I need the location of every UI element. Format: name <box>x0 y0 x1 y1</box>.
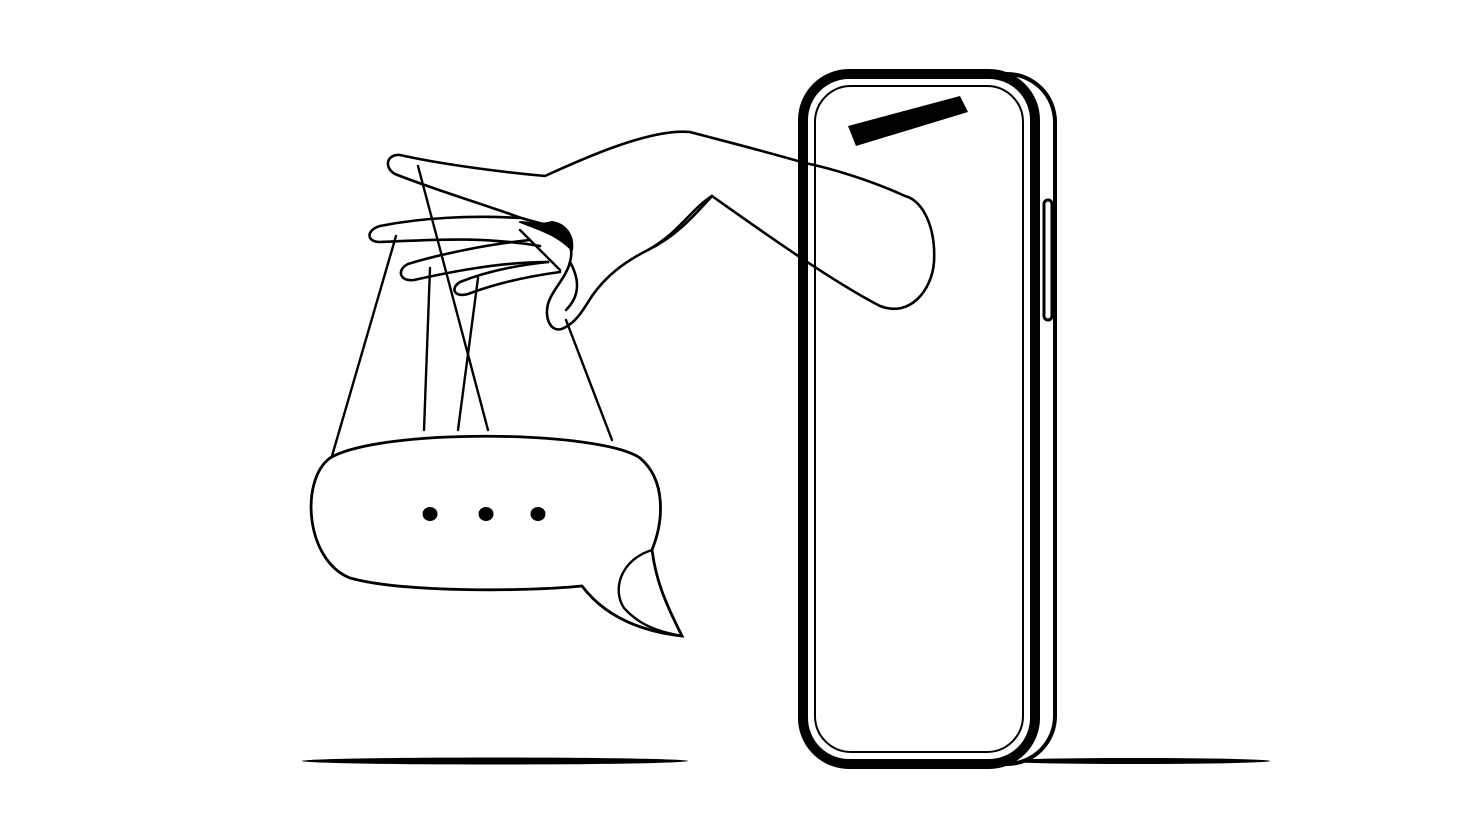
puppet-string <box>422 266 432 432</box>
phone-screen <box>814 85 1024 753</box>
finger-ring <box>453 260 562 297</box>
hand-inner-line <box>646 194 714 252</box>
puppet-string <box>456 276 480 432</box>
typing-dot <box>530 507 546 521</box>
puppet-strings <box>330 164 614 458</box>
speech-bubble-shape <box>309 434 685 638</box>
puppet-string <box>564 318 614 442</box>
finger-shadow <box>519 221 574 251</box>
phone-side-button <box>1042 198 1054 322</box>
ground-shadow-right <box>1000 758 1270 764</box>
ground-shadow-left <box>302 757 688 765</box>
puppet-string <box>330 234 398 458</box>
finger-middle <box>399 238 550 282</box>
puppet-hand-phone-illustration <box>302 69 1270 769</box>
typing-dot <box>478 507 494 521</box>
phone <box>798 69 1057 769</box>
illustration-canvas <box>0 0 1460 840</box>
ground-shadows <box>302 757 1270 765</box>
speech-bubble <box>309 434 685 638</box>
typing-dot <box>422 507 438 521</box>
